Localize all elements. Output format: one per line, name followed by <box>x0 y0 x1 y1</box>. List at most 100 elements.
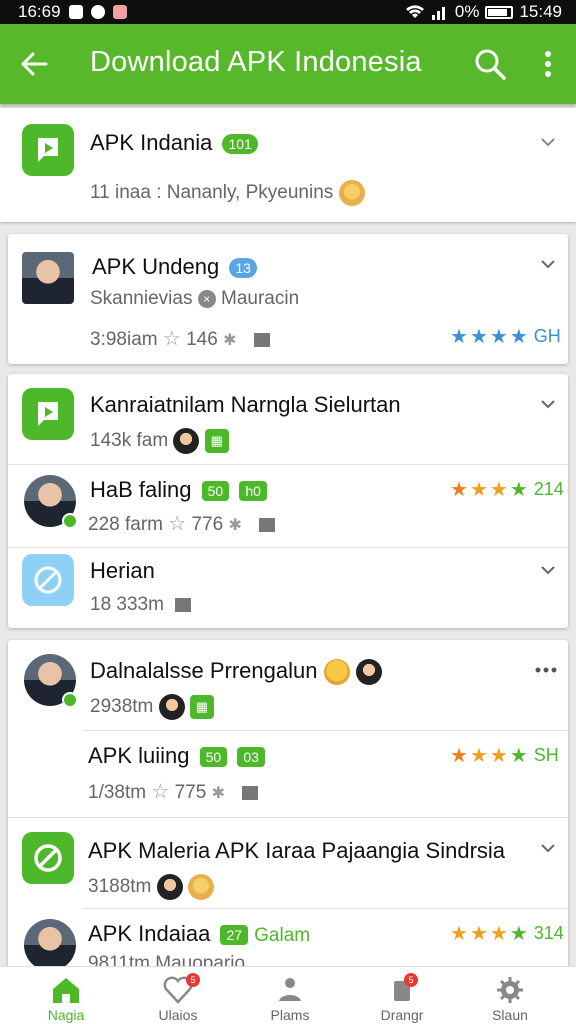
list-item[interactable]: APK Maleria APK Iaraa Pajaangia Sindrsia… <box>8 818 568 908</box>
stats-row: 1/38tm ☆ 775 ✱ <box>88 779 259 804</box>
app-meta: 18 333m <box>90 594 164 615</box>
download-stat-icon <box>175 597 192 612</box>
search-icon <box>475 49 506 80</box>
app-meta-row: 143k fam ▦ <box>90 428 229 454</box>
review-count: 775 <box>174 782 207 803</box>
person-emoji-icon <box>173 428 200 454</box>
grid-icon: ▦ <box>189 695 214 719</box>
status-time-right: 15:49 <box>519 2 562 21</box>
star-outline-icon: ☆ <box>162 328 181 350</box>
emoji-avatar-icon <box>338 180 365 206</box>
app-meta: 2938tm <box>90 696 154 718</box>
rating: ★ ★ ★ ★ SH <box>450 745 559 766</box>
app-title: APK Maleria APK Iaraa Pajaangia Sindrsia <box>88 838 506 863</box>
rating: ★ ★ ★ ★ 314 <box>450 923 564 944</box>
badge-text: Galam <box>254 925 311 946</box>
list-item[interactable]: APK luiing 50 03 1/38tm ☆ 775 ✱ ★ ★ ★ ★ … <box>8 731 568 817</box>
nav-label: Drangr <box>380 1007 424 1023</box>
rating: ★ ★ ★ ★ GH <box>450 326 561 347</box>
battery-icon <box>485 5 514 19</box>
app-card[interactable]: APK Undeng 13 Skannievias × Mauracin 3:9… <box>8 234 568 364</box>
notification-badge: 5 <box>404 973 418 987</box>
app-title: APK Undeng <box>92 254 220 279</box>
star-filled-icon: ★ <box>509 922 528 945</box>
star-filled-icon: ★ <box>450 744 468 767</box>
chevron-down-icon[interactable] <box>538 838 558 858</box>
nav-label: Nagia <box>47 1007 85 1023</box>
app-icon <box>22 832 74 884</box>
app-title: Herian <box>90 558 155 583</box>
app-title: APK Indania <box>90 130 213 155</box>
developer-avatar <box>24 654 78 708</box>
notification-badge: 5 <box>186 973 200 987</box>
rating-value: GH <box>533 326 561 346</box>
star-filled-icon: ★ <box>509 478 528 501</box>
app-meta-row: 2938tm ▦ <box>90 694 214 720</box>
star-small-icon: ✱ <box>211 785 225 802</box>
chevron-down-icon[interactable] <box>538 394 558 414</box>
download-stat-icon <box>253 332 270 347</box>
star-filled-icon: ★ <box>469 478 488 501</box>
link-icon <box>34 566 62 594</box>
rating-value: 314 <box>533 923 564 943</box>
star-outline-icon: ☆ <box>168 513 187 535</box>
app-group-card: Kanraiatnilam Narngla Sielurtan 143k fam… <box>8 374 568 628</box>
list-item[interactable]: Herian 18 333m <box>8 548 568 628</box>
nav-settings[interactable]: Slaun <box>460 973 560 1024</box>
nav-updates[interactable]: 5 Ulaios <box>128 973 228 1024</box>
list-item[interactable]: Dalnalalsse Prrengalun 2938tm ▦ <box>8 640 568 730</box>
nav-home[interactable]: Nagia <box>16 973 116 1024</box>
search-button[interactable] <box>472 44 512 84</box>
app-title: APK luiing <box>88 743 190 768</box>
star-filled-icon: ★ <box>469 325 488 348</box>
face-emoji-icon <box>323 659 350 686</box>
app-meta-row: 11 inaa : Nananly, Pkyeunins <box>90 180 365 206</box>
update-time: 3:98iam <box>90 329 158 350</box>
more-options-button[interactable] <box>532 44 564 84</box>
app-card[interactable]: APK Indania 101 11 inaa : Nananly, Pkyeu… <box>0 108 576 222</box>
install-count: 228 farm <box>88 514 163 535</box>
more-horiz-icon[interactable] <box>534 660 558 680</box>
stats-row: 228 farm ☆ 776 ✱ <box>88 511 276 536</box>
version-badge: 13 <box>229 258 257 279</box>
app-icon <box>22 124 74 176</box>
person-icon <box>279 978 301 1001</box>
rating-value: 214 <box>533 479 564 499</box>
app-bar: Download APK Indonesia <box>0 24 576 104</box>
nav-label: Plams <box>270 1007 310 1023</box>
download-stat-icon <box>242 785 259 800</box>
app-title-row: APK luiing 50 03 <box>88 743 265 769</box>
star-filled-icon: ★ <box>450 922 468 945</box>
star-small-icon: ✱ <box>228 517 242 534</box>
chevron-down-icon[interactable] <box>538 254 558 274</box>
app-title: Dalnalalsse Prrengalun <box>90 658 318 683</box>
install-count: 1/38tm <box>88 782 147 803</box>
developer-avatar <box>24 475 78 529</box>
no-entry-icon <box>34 844 62 872</box>
arrow-left-icon <box>21 52 48 76</box>
wifi-icon <box>405 5 424 18</box>
app-title-row: APK Undeng 13 <box>92 254 257 280</box>
app-title-row: Dalnalalsse Prrengalun <box>90 658 382 686</box>
grid-icon: ▦ <box>204 429 229 453</box>
nav-plans[interactable]: Plams <box>240 973 340 1024</box>
list-item[interactable]: HaB faling 50 h0 228 farm ☆ 776 ✱ ★ ★ ★ … <box>8 465 568 547</box>
person-emoji-icon <box>355 659 382 686</box>
person-emoji-icon <box>158 694 185 720</box>
chevron-down-icon[interactable] <box>538 560 558 580</box>
star-filled-icon: ★ <box>450 478 468 501</box>
nav-label: Slaun <box>492 1007 528 1023</box>
person-emoji-icon <box>156 874 183 900</box>
version-badge: 101 <box>222 134 258 155</box>
nav-download[interactable]: 5 Drangr <box>352 973 452 1024</box>
list-item[interactable]: Kanraiatnilam Narngla Sielurtan 143k fam… <box>8 374 568 464</box>
app-title: APK Indaiaa <box>88 921 211 946</box>
badge: 27 <box>220 925 249 946</box>
download-stat-icon <box>259 517 276 532</box>
app-meta: 3188tm <box>88 876 152 898</box>
more-vert-icon <box>545 51 551 77</box>
list-item[interactable]: APK Indaiaa 27 Galam 9811tm Mauopario ★ … <box>8 909 568 974</box>
back-button[interactable] <box>14 44 54 84</box>
badge: 03 <box>237 747 265 768</box>
chevron-down-icon[interactable] <box>538 132 558 152</box>
